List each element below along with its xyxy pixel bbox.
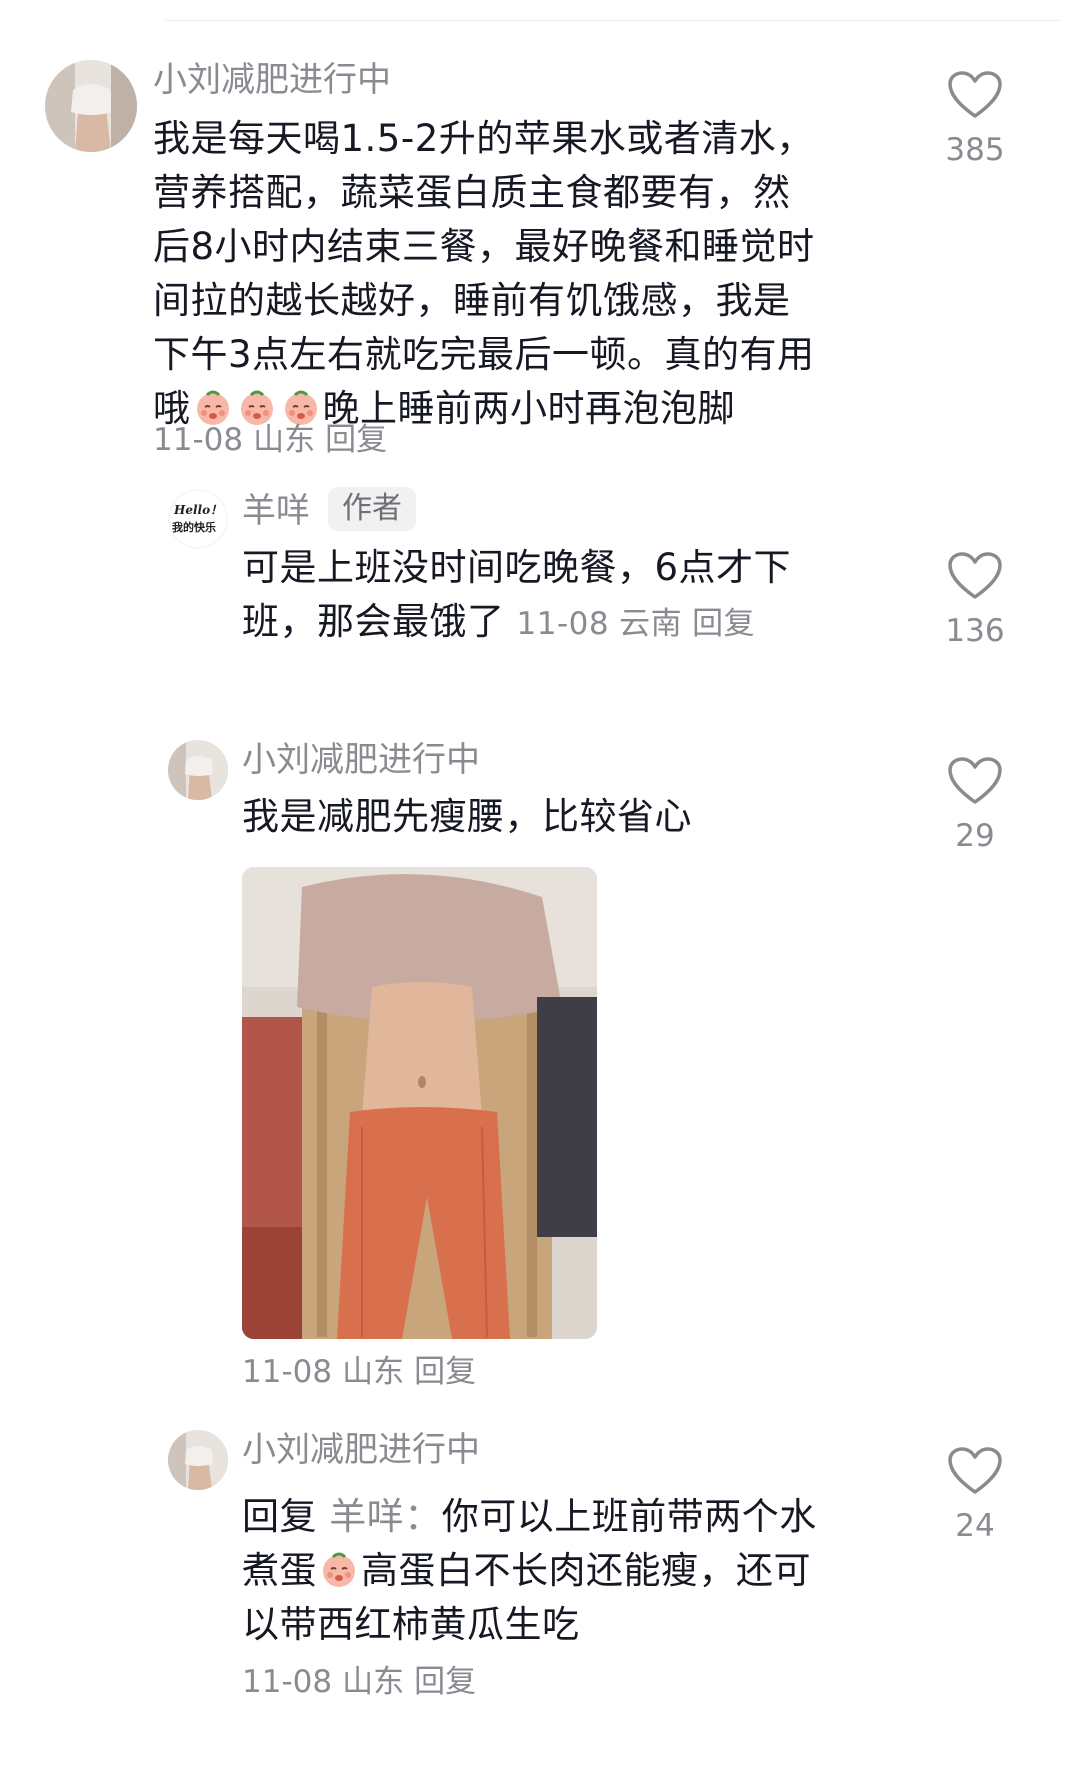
comment-text-line: 间拉的越长越好，睡前有饥饿感，我是 [153,279,791,322]
comment-text-fragment: 煮蛋 [242,1549,317,1592]
username[interactable]: 小刘减肥进行中 [153,60,391,100]
reply-prefix: 回复 [242,1495,317,1538]
reply-button[interactable]: 回复 [414,1664,476,1700]
comment-text-line: 营养搭配，蔬菜蛋白质主食都要有，然 [153,171,791,214]
reply-button[interactable]: 回复 [692,606,755,642]
heart-outline-icon [948,757,1002,804]
reply-button[interactable]: 回复 [325,422,387,458]
comment-date: 11-08 [516,606,610,642]
comment-meta: 11-08 山东 回复 [242,1352,486,1392]
comment-item: 小刘减肥进行中 回复 羊咩：你可以上班前带两个水 煮蛋 高蛋白不长肉还能瘦，还可 … [0,1430,1080,1730]
comment-text-line: 班，那会最饿了 11-08 云南 回复 [242,595,862,651]
comment-text: 我是每天喝1.5-2升的苹果水或者清水， 营养搭配，蔬菜蛋白质主食都要有，然 后… [153,112,833,436]
comment-item: 小刘减肥进行中 我是减肥先瘦腰，比较省心 11-08 山东 回复 29 [0,740,1080,1400]
comment-photo[interactable] [242,867,597,1339]
comment-text-line: 可是上班没时间吃晚餐，6点才下 [242,546,792,589]
comment-date: 11-08 [242,1354,333,1390]
reply-button[interactable]: 回复 [414,1354,476,1390]
heart-outline-icon [948,1447,1002,1494]
like-count: 29 [955,818,995,854]
comment-item: 小刘减肥进行中 我是每天喝1.5-2升的苹果水或者清水， 营养搭配，蔬菜蛋白质主… [0,60,1080,460]
comment-text-fragment: 高蛋白不长肉还能瘦，还可 [361,1549,811,1592]
like-count: 24 [955,1508,995,1544]
comment-text: 我是减肥先瘦腰，比较省心 [242,795,692,838]
comment-text-fragment: 班，那会最饿了 [242,600,505,643]
comment-location: 云南 [619,606,683,642]
comment-date: 11-08 [242,1664,333,1700]
like-count: 136 [945,613,1005,649]
avatar-text: Hello！ [174,503,223,517]
photo-image [242,867,597,1339]
comment-text-line: 我是每天喝1.5-2升的苹果水或者清水， [153,117,814,160]
comment-location: 山东 [342,1354,405,1390]
comment-meta: 11-08 云南 回复 [517,606,766,642]
avatar[interactable] [45,60,137,152]
comment-text-fragment: 你可以上班前带两个水 [441,1495,817,1538]
comment-text-line: 回复 羊咩：你可以上班前带两个水 [242,1490,882,1544]
comment-text-line: 以带西红柿黄瓜生吃 [242,1603,580,1646]
comment-date: 11-08 [153,422,244,458]
like-button[interactable]: 24 [930,1446,1020,1546]
comment-text-line: 后8小时内结束三餐，最好晚餐和睡觉时 [153,225,815,268]
like-button[interactable]: 385 [930,70,1020,170]
like-button[interactable]: 29 [930,756,1020,856]
author-badge: 作者 [328,487,416,531]
like-count: 385 [945,132,1005,168]
comment-text-line: 下午3点左右就吃完最后一顿。真的有用 [153,333,815,376]
heart-outline-icon [948,552,1002,599]
like-button[interactable]: 136 [930,551,1020,651]
comment-meta: 11-08 山东 回复 [153,420,397,460]
comment-item: Hello！ 我的快乐 羊咩 作者 可是上班没时间吃晚餐，6点才下 班，那会最饿… [0,485,1080,649]
username[interactable]: 小刘减肥进行中 [242,740,480,780]
comment-text-line: 煮蛋 高蛋白不长肉还能瘦，还可 [242,1544,882,1598]
reply-target-username[interactable]: 羊咩： [329,1495,442,1538]
avatar[interactable] [168,1430,228,1490]
comment-location: 山东 [342,1664,405,1700]
username[interactable]: 小刘减肥进行中 [242,1430,480,1470]
heart-outline-icon [948,71,1002,118]
avatar[interactable] [168,740,228,800]
peach-face-emoji-icon [323,1552,355,1587]
comment-location: 山东 [253,422,316,458]
username[interactable]: 羊咩 [242,491,310,531]
comment-text: 回复 羊咩：你可以上班前带两个水 煮蛋 高蛋白不长肉还能瘦，还可 以带西红柿黄瓜生… [242,1490,882,1652]
comment-text: 可是上班没时间吃晚餐，6点才下 班，那会最饿了 11-08 云南 回复 [242,541,862,651]
avatar-text: 我的快乐 [172,521,216,534]
top-divider [165,20,1060,21]
comment-meta: 11-08 山东 回复 [242,1662,486,1702]
avatar[interactable]: Hello！ 我的快乐 [168,489,228,549]
